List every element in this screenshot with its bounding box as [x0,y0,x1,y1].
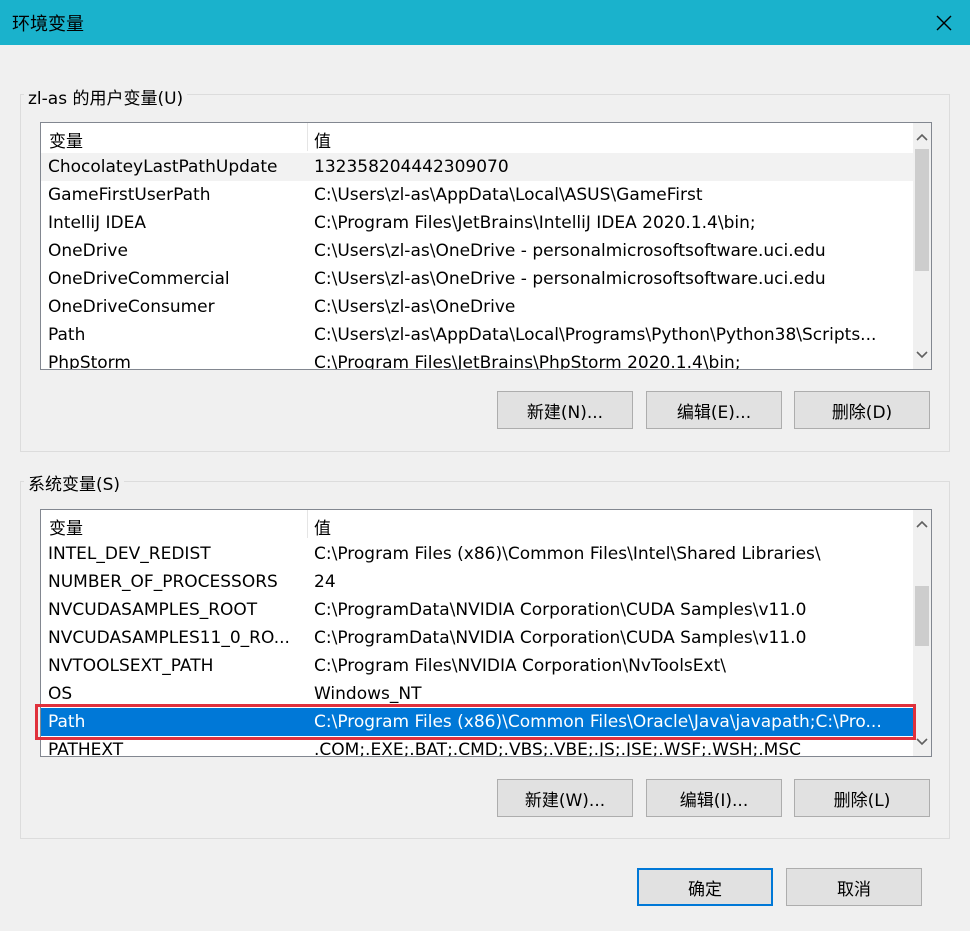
variable-name: OneDriveCommercial [48,269,230,289]
variable-name: NVCUDASAMPLES_ROOT [48,600,258,620]
variable-value: C:\Users\zl-as\OneDrive - personalmicros… [314,241,826,261]
variable-value: C:\Users\zl-as\AppData\Local\Programs\Py… [314,325,877,345]
close-button[interactable] [918,0,970,45]
list-item[interactable]: NVTOOLSEXT_PATH C:\Program Files\NVIDIA … [41,652,913,680]
system-list-header: 变量 值 [41,510,913,539]
list-item[interactable]: OneDriveCommercial C:\Users\zl-as\OneDri… [41,265,913,293]
user-edit-button[interactable]: 编辑(E)... [646,391,782,429]
scroll-up-button[interactable] [913,514,931,534]
variable-value: C:\Program Files\JetBrains\IntelliJ IDEA… [314,213,756,233]
variable-value: C:\Program Files (x86)\Common Files\Orac… [314,712,882,732]
system-edit-button[interactable]: 编辑(I)... [646,779,782,817]
user-variables-list[interactable]: 变量 值 ChocolateyLastPathUpdate 1323582044… [40,122,932,370]
variable-value: 24 [314,572,336,592]
system-delete-button[interactable]: 删除(L) [794,779,930,817]
system-variables-list[interactable]: 变量 值 INTEL_DEV_REDIST C:\Program Files (… [40,509,932,757]
list-item[interactable]: Path C:\Users\zl-as\AppData\Local\Progra… [41,321,913,349]
variable-value: .COM;.EXE;.BAT;.CMD;.VBS;.VBE;.JS;.JSE;.… [314,740,802,757]
title-bar: 环境变量 [0,0,970,45]
scroll-down-button[interactable] [913,732,931,752]
list-item[interactable]: INTEL_DEV_REDIST C:\Program Files (x86)\… [41,540,913,568]
column-header-value[interactable]: 值 [314,127,331,152]
list-item[interactable]: NUMBER_OF_PROCESSORS 24 [41,568,913,596]
list-item[interactable]: PhpStorm C:\Program Files\JetBrains\PhpS… [41,349,913,370]
system-variables-label: 系统变量(S) [24,470,125,495]
column-header-variable[interactable]: 变量 [49,127,83,152]
list-item[interactable]: NVCUDASAMPLES11_0_RO... C:\ProgramData\N… [41,624,913,652]
variable-value: Windows_NT [314,684,422,704]
variable-name: OneDriveConsumer [48,297,215,317]
list-item[interactable]: IntelliJ IDEA C:\Program Files\JetBrains… [41,209,913,237]
variable-value: C:\ProgramData\NVIDIA Corporation\CUDA S… [314,628,807,648]
scroll-up-button[interactable] [913,127,931,147]
user-list-scrollbar[interactable] [913,123,931,369]
variable-value: C:\Users\zl-as\OneDrive - personalmicros… [314,269,826,289]
variable-name: ChocolateyLastPathUpdate [48,157,278,177]
user-new-button[interactable]: 新建(N)... [497,391,633,429]
user-variables-label: zl-as 的用户变量(U) [24,84,188,109]
list-item[interactable]: OneDrive C:\Users\zl-as\OneDrive - perso… [41,237,913,265]
variable-value: C:\Users\zl-as\AppData\Local\ASUS\GameFi… [314,185,703,205]
user-delete-button[interactable]: 删除(D) [794,391,930,429]
list-item[interactable]: OneDriveConsumer C:\Users\zl-as\OneDrive [41,293,913,321]
chevron-down-icon [916,738,928,746]
close-icon [936,15,952,30]
variable-name: OneDrive [48,241,128,261]
system-list-scrollbar[interactable] [913,510,931,756]
scroll-thumb[interactable] [915,586,929,646]
variable-name: NVCUDASAMPLES11_0_RO... [48,628,290,648]
variable-value: C:\ProgramData\NVIDIA Corporation\CUDA S… [314,600,807,620]
user-list-header: 变量 值 [41,123,913,152]
variable-name: Path [48,712,86,732]
chevron-up-icon [916,520,928,528]
variable-name: Path [48,325,86,345]
variable-name: NVTOOLSEXT_PATH [48,656,214,676]
column-header-value[interactable]: 值 [314,514,331,539]
list-item[interactable]: NVCUDASAMPLES_ROOT C:\ProgramData\NVIDIA… [41,596,913,624]
variable-name: OS [48,684,73,704]
variable-value: C:\Program Files (x86)\Common Files\Inte… [314,544,821,564]
list-item[interactable]: GameFirstUserPath C:\Users\zl-as\AppData… [41,181,913,209]
variable-name: PhpStorm [48,353,131,370]
variable-name: NUMBER_OF_PROCESSORS [48,572,278,592]
list-item[interactable]: OS Windows_NT [41,680,913,708]
scroll-down-button[interactable] [913,345,931,365]
list-item[interactable]: PATHEXT .COM;.EXE;.BAT;.CMD;.VBS;.VBE;.J… [41,736,913,757]
variable-name: INTEL_DEV_REDIST [48,544,211,564]
chevron-down-icon [916,351,928,359]
system-new-button[interactable]: 新建(W)... [497,779,633,817]
cancel-button[interactable]: 取消 [786,868,922,906]
variable-value: C:\Users\zl-as\OneDrive [314,297,516,317]
scroll-thumb[interactable] [915,149,929,271]
list-item[interactable]: ChocolateyLastPathUpdate 132358204442309… [41,153,913,181]
ok-button[interactable]: 确定 [637,868,773,906]
variable-name: IntelliJ IDEA [48,213,146,233]
chevron-up-icon [916,133,928,141]
variable-name: GameFirstUserPath [48,185,211,205]
window-title: 环境变量 [12,14,84,35]
list-item-selected[interactable]: Path C:\Program Files (x86)\Common Files… [41,708,913,736]
variable-value: 132358204442309070 [314,157,509,177]
variable-value: C:\Program Files\NVIDIA Corporation\NvTo… [314,656,726,676]
variable-name: PATHEXT [48,740,124,757]
column-header-variable[interactable]: 变量 [49,514,83,539]
variable-value: C:\Program Files\JetBrains\PhpStorm 2020… [314,353,741,370]
